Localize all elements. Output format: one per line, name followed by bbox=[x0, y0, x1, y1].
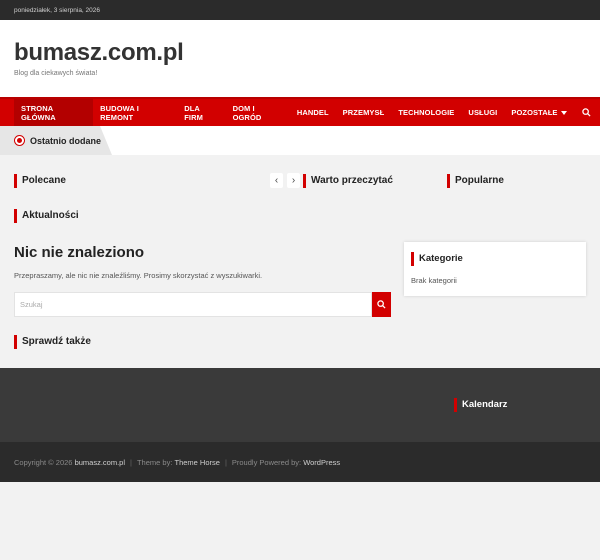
chevron-left-icon[interactable]: ‹ bbox=[270, 173, 283, 188]
nav-item-handel[interactable]: HANDEL bbox=[290, 99, 336, 126]
record-dot-icon bbox=[14, 135, 25, 146]
caret-down-icon bbox=[560, 110, 567, 115]
current-date: poniedziałek, 3 sierpnia, 2026 bbox=[14, 6, 101, 14]
footer-widgets: Kalendarz bbox=[0, 368, 600, 442]
site-tagline: Blog dla ciekawych świata! bbox=[14, 70, 98, 77]
search-form bbox=[14, 292, 391, 317]
section-title-warto: Warto przeczytać bbox=[303, 174, 393, 188]
search-icon bbox=[582, 108, 591, 117]
recent-posts-text: Ostatnio dodane bbox=[30, 135, 102, 146]
nav-item-przemysl[interactable]: PRZEMYSŁ bbox=[336, 99, 392, 126]
footer-site-link[interactable]: bumasz.com.pl bbox=[75, 458, 125, 467]
separator: | bbox=[224, 457, 227, 467]
nav-item-pozostale[interactable]: POZOSTAŁE bbox=[504, 99, 573, 126]
categories-widget: Kategorie Brak kategorii bbox=[404, 242, 586, 296]
separator: | bbox=[130, 457, 132, 467]
widget-empty-text: Brak kategorii bbox=[411, 276, 457, 285]
slider-controls: ‹ › bbox=[270, 173, 300, 188]
footer-bottom: Copyright © 2026 bumasz.com.pl | Theme b… bbox=[0, 442, 600, 482]
section-title-sprawdz: Sprawdź także bbox=[14, 335, 91, 349]
copyright-prefix: Copyright © 2026 bbox=[14, 457, 73, 467]
nav-search-button[interactable] bbox=[574, 99, 600, 126]
chevron-right-icon[interactable]: › bbox=[287, 173, 300, 188]
page-title: Nic nie znaleziono bbox=[14, 244, 145, 261]
nav-item-budowa[interactable]: BUDOWA I REMONT bbox=[93, 99, 177, 126]
nav-item-dla-firm[interactable]: DLA FIRM bbox=[177, 99, 225, 126]
nav-item-home[interactable]: STRONA GŁÓWNA bbox=[14, 99, 94, 126]
nav-item-pozostale-label: POZOSTAŁE bbox=[511, 108, 558, 117]
section-title-polecane: Polecane bbox=[14, 174, 66, 188]
calendar-widget-title: Kalendarz bbox=[454, 398, 507, 412]
wordpress-link[interactable]: WordPress bbox=[303, 458, 340, 467]
theme-prefix: Theme by: bbox=[136, 457, 173, 467]
nav-item-technologie[interactable]: TECHNOLOGIE bbox=[391, 99, 461, 126]
search-input[interactable] bbox=[14, 292, 372, 317]
top-bar: poniedziałek, 3 sierpnia, 2026 bbox=[0, 0, 600, 20]
nav-item-uslugi[interactable]: USŁUGI bbox=[461, 99, 504, 126]
section-title-popularne: Popularne bbox=[447, 174, 504, 188]
theme-link[interactable]: Theme Horse bbox=[175, 458, 220, 467]
search-icon bbox=[377, 300, 386, 309]
site-header: bumasz.com.pl Blog dla ciekawych świata! bbox=[0, 20, 600, 97]
not-found-message: Przepraszamy, ale nic nie znaleźliśmy. P… bbox=[14, 271, 263, 280]
recent-posts-label: Ostatnio dodane bbox=[0, 126, 112, 155]
widget-title: Kategorie bbox=[411, 252, 579, 266]
site-title[interactable]: bumasz.com.pl bbox=[14, 40, 586, 66]
powered-prefix: Proudly Powered by: bbox=[231, 457, 302, 467]
search-submit-button[interactable] bbox=[372, 292, 391, 317]
main-navigation: STRONA GŁÓWNA BUDOWA I REMONT DLA FIRM D… bbox=[0, 97, 600, 126]
recent-posts-bar: Ostatnio dodane bbox=[0, 126, 600, 155]
nav-item-dom-ogrod[interactable]: DOM I OGRÓD bbox=[226, 99, 290, 126]
featured-sections-row: Polecane ‹ › Warto przeczytać Popularne bbox=[0, 155, 600, 191]
section-title-aktualnosci: Aktualności bbox=[14, 209, 79, 223]
